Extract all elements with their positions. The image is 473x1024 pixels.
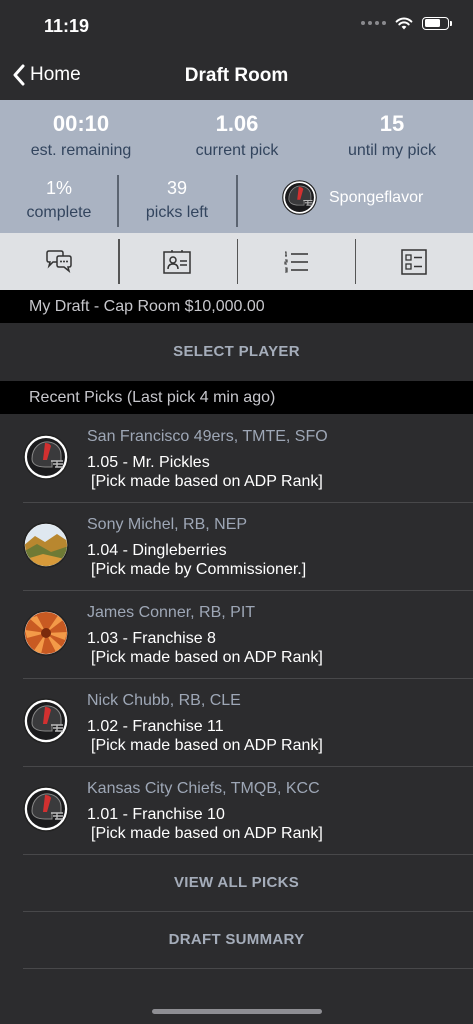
current-user[interactable]: Spongeflavor — [282, 180, 423, 215]
pick-player: Nick Chubb, RB, CLE — [87, 692, 241, 709]
ranked-list-button[interactable] — [236, 233, 355, 290]
helmet-avatar — [23, 786, 69, 832]
pick-player: Sony Michel, RB, NEP — [87, 516, 248, 533]
status-time: 11:19 — [44, 16, 90, 36]
pick-note: [Pick made based on ADP Rank] — [91, 473, 323, 490]
until-my-pick-label: until my pick — [347, 142, 437, 159]
pick-number: 1.02 - Franchise 11 — [87, 718, 224, 735]
draft-board-button[interactable] — [354, 233, 473, 290]
picks-left-label: picks left — [145, 204, 209, 221]
select-player-button[interactable]: SELECT PLAYER — [0, 323, 473, 381]
chat-button[interactable] — [0, 233, 118, 290]
landscape-avatar — [23, 522, 69, 568]
pick-player: San Francisco 49ers, TMTE, SFO — [87, 428, 328, 445]
pick-row[interactable]: Nick Chubb, RB, CLE 1.02 - Franchise 11 … — [0, 678, 473, 766]
picks-left-stat: 39 picks left — [118, 174, 236, 222]
pick-note: [Pick made based on ADP Rank] — [91, 737, 323, 754]
page-title: Draft Room — [184, 65, 289, 86]
avatar — [282, 180, 317, 215]
est-remaining-value: 00:10 — [52, 111, 110, 136]
pick-row[interactable]: Sony Michel, RB, NEP 1.04 - Dingleberrie… — [0, 502, 473, 590]
picks-left-value: 39 — [166, 178, 188, 198]
helmet-avatar — [23, 434, 69, 480]
complete-label: complete — [26, 204, 92, 221]
wifi-icon — [395, 17, 413, 30]
pick-row[interactable]: James Conner, RB, PIT 1.03 - Franchise 8… — [0, 590, 473, 678]
nav-bar: Home Draft Room — [0, 52, 473, 100]
pick-player: James Conner, RB, PIT — [87, 604, 256, 621]
board-list-icon — [401, 248, 427, 275]
pick-note: [Pick made based on ADP Rank] — [91, 825, 323, 842]
pick-number: 1.04 - Dingleberries — [87, 542, 227, 559]
recent-picks-header: Recent Picks (Last pick 4 min ago) — [0, 381, 473, 414]
pick-note: [Pick made based on ADP Rank] — [91, 649, 323, 666]
home-indicator[interactable] — [152, 1009, 322, 1014]
status-icons — [361, 16, 452, 30]
user-name: Spongeflavor — [329, 188, 424, 206]
pick-number: 1.01 - Franchise 10 — [87, 806, 225, 823]
current-pick-value: 1.06 — [215, 111, 259, 136]
ranked-list-icon — [284, 250, 308, 273]
until-my-pick-value: 15 — [379, 111, 405, 136]
draft-summary-button[interactable]: DRAFT SUMMARY — [0, 912, 473, 968]
battery-icon — [422, 16, 452, 30]
status-bar: 11:19 — [0, 0, 473, 52]
draft-stats-panel: 00:10 est. remaining 1.06 current pick 1… — [0, 100, 473, 233]
divider — [23, 968, 473, 969]
current-pick-stat: 1.06 current pick — [158, 100, 316, 160]
draft-toolbar — [0, 233, 473, 290]
pick-number: 1.03 - Franchise 8 — [87, 630, 216, 647]
pick-row[interactable]: San Francisco 49ers, TMTE, SFO 1.05 - Mr… — [0, 414, 473, 502]
chat-bubbles-icon — [46, 249, 72, 273]
current-pick-label: current pick — [195, 142, 279, 159]
est-remaining-label: est. remaining — [30, 142, 132, 159]
player-card-icon — [163, 249, 192, 274]
divider — [236, 175, 238, 227]
complete-stat: 1% complete — [0, 174, 118, 222]
until-my-pick-stat: 15 until my pick — [313, 100, 471, 160]
flower-avatar — [23, 610, 69, 656]
pick-player: Kansas City Chiefs, TMQB, KCC — [87, 780, 320, 797]
my-draft-header: My Draft - Cap Room $10,000.00 — [0, 290, 473, 323]
pick-number: 1.05 - Mr. Pickles — [87, 454, 210, 471]
signal-dots-icon — [361, 21, 386, 25]
player-card-button[interactable] — [118, 233, 236, 290]
est-remaining-stat: 00:10 est. remaining — [2, 100, 160, 160]
helmet-avatar — [23, 698, 69, 744]
pick-note: [Pick made by Commissioner.] — [91, 561, 307, 578]
complete-value: 1% — [45, 178, 72, 198]
pick-row[interactable]: Kansas City Chiefs, TMQB, KCC 1.01 - Fra… — [0, 766, 473, 854]
view-all-picks-button[interactable]: VIEW ALL PICKS — [0, 855, 473, 911]
